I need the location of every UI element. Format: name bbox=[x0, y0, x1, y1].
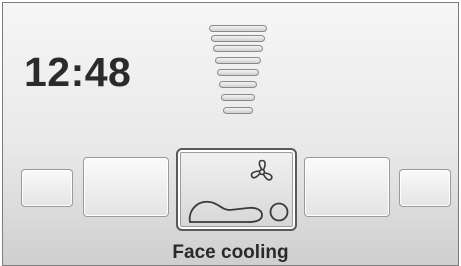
fan-speed-bar bbox=[213, 45, 263, 52]
selected-mode-label: Face cooling bbox=[172, 242, 289, 263]
mode-tile-face-cooling[interactable] bbox=[176, 148, 297, 231]
fan-speed-indicator[interactable] bbox=[203, 25, 267, 125]
mode-tile-right[interactable] bbox=[304, 157, 390, 217]
climate-control-screen: 12:48 Face cooling bbox=[2, 2, 459, 266]
fan-speed-bar bbox=[211, 35, 265, 42]
fan-speed-bar bbox=[221, 94, 255, 101]
mode-tile-far-right[interactable] bbox=[399, 169, 451, 207]
mode-tile-left[interactable] bbox=[83, 157, 169, 217]
fan-speed-bar bbox=[223, 107, 253, 114]
fan-speed-bar bbox=[217, 69, 259, 76]
fan-speed-bar bbox=[219, 81, 257, 88]
mode-tile-far-left[interactable] bbox=[21, 169, 73, 207]
reclined-person-icon bbox=[188, 200, 289, 223]
fan-speed-bar bbox=[215, 57, 261, 64]
fan-speed-bar bbox=[209, 25, 267, 32]
clock-display: 12:48 bbox=[24, 49, 132, 95]
fan-icon bbox=[250, 159, 273, 181]
